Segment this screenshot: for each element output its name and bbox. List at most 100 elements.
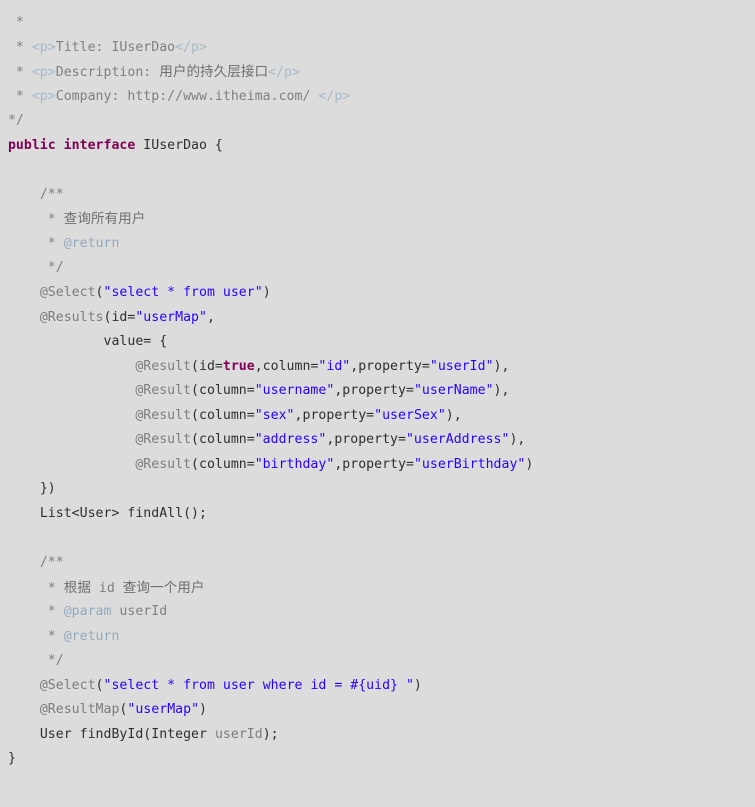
code-line[interactable]: } — [0, 747, 755, 772]
code-token: * — [39, 580, 64, 596]
code-token: 查询所有用户 — [63, 211, 146, 228]
code-token: true — [222, 358, 255, 374]
code-line[interactable]: @Select("select * from user where id = #… — [0, 674, 755, 699]
code-token: Description: — [55, 65, 160, 81]
code-line[interactable]: User findById(Integer userId); — [0, 723, 755, 748]
code-token: @Result — [135, 358, 192, 374]
code-token: ), — [509, 432, 526, 448]
code-token: ), — [493, 383, 510, 399]
code-token: (column= — [191, 456, 255, 472]
code-line[interactable]: /** — [0, 183, 755, 208]
code-token: ), — [493, 358, 510, 374]
code-token: "select * from user" — [103, 285, 263, 301]
code-token: ( — [95, 285, 104, 301]
code-token: @Result — [135, 407, 192, 423]
code-line[interactable]: */ — [0, 109, 755, 134]
code-lines-container: * * <p>Title: IUserDao</p> * <p>Descript… — [0, 11, 755, 772]
code-token: * — [39, 628, 64, 644]
code-token: List<User> findAll(); — [39, 505, 207, 521]
code-token: ) — [199, 702, 207, 718]
code-token: @Select — [39, 677, 96, 693]
code-token: }) — [39, 481, 56, 497]
code-token: @return — [63, 628, 120, 644]
code-line[interactable]: @Select("select * from user") — [0, 281, 755, 306]
code-token: (column= — [191, 432, 255, 448]
code-token: ,property= — [350, 358, 430, 374]
code-token: public interface — [7, 137, 136, 153]
code-token: (id= — [191, 358, 223, 374]
code-line[interactable]: List<User> findAll(); — [0, 502, 755, 527]
code-line[interactable] — [0, 526, 755, 551]
code-line[interactable]: * <p>Description: 用户的持久层接口</p> — [0, 60, 755, 85]
code-line[interactable]: * <p>Title: IUserDao</p> — [0, 36, 755, 61]
code-line[interactable]: @Results(id="userMap", — [0, 306, 755, 331]
code-line[interactable]: /** — [0, 551, 755, 576]
code-token: "userMap" — [127, 702, 200, 718]
code-line[interactable]: */ — [0, 256, 755, 281]
code-line[interactable]: * @param userId — [0, 600, 755, 625]
code-token: "userId" — [429, 358, 494, 374]
code-token: ) — [262, 285, 271, 301]
code-line[interactable]: * @return — [0, 232, 755, 257]
code-token: ); — [262, 726, 279, 742]
code-token: IUserDao { — [135, 137, 223, 153]
code-line[interactable]: * <p>Company: http://www.itheima.com/ </… — [0, 85, 755, 110]
code-token: @ResultMap — [39, 702, 120, 718]
code-token: @Results — [39, 309, 104, 325]
code-token: * — [15, 39, 32, 55]
code-token: "userBirthday" — [413, 456, 526, 472]
code-line[interactable]: @Result(column="sex",property="userSex")… — [0, 404, 755, 429]
code-token: value= { — [103, 334, 168, 350]
code-line[interactable]: * 查询所有用户 — [0, 207, 755, 232]
code-line[interactable]: public interface IUserDao { — [0, 134, 755, 159]
code-token: } — [7, 751, 16, 767]
code-token: ,property= — [334, 383, 414, 399]
code-line[interactable]: }) — [0, 477, 755, 502]
code-line[interactable]: * @return — [0, 625, 755, 650]
code-token: "select * from user where id = #{uid} " — [103, 677, 414, 693]
code-token: ,property= — [334, 456, 414, 472]
code-line[interactable]: @Result(column="address",property="userA… — [0, 428, 755, 453]
code-line[interactable]: * — [0, 11, 755, 36]
code-token: * — [15, 65, 32, 81]
code-token: 查询一个用户 — [122, 579, 205, 596]
code-token: </p> — [318, 88, 351, 104]
code-token: ,property= — [294, 407, 375, 423]
code-token: "username" — [254, 383, 335, 399]
code-token: @return — [63, 235, 120, 251]
code-token: id — [90, 580, 123, 596]
code-line[interactable]: value= { — [0, 330, 755, 355]
code-token: "userMap" — [135, 309, 207, 325]
code-token: ( — [95, 677, 104, 693]
code-editor[interactable]: * * <p>Title: IUserDao</p> * <p>Descript… — [0, 0, 755, 807]
code-line[interactable]: * 根据 id 查询一个用户 — [0, 576, 755, 601]
code-token: userId — [214, 726, 263, 742]
code-token: @param — [63, 604, 112, 620]
code-line[interactable]: */ — [0, 649, 755, 674]
code-token: /** — [39, 186, 64, 202]
code-line[interactable]: @Result(id=true,column="id",property="us… — [0, 355, 755, 380]
code-line[interactable]: @Result(column="birthday",property="user… — [0, 453, 755, 478]
code-token: ) — [525, 456, 534, 472]
code-line[interactable] — [0, 158, 755, 183]
code-line[interactable]: @ResultMap("userMap") — [0, 698, 755, 723]
code-token: Company: http://www.itheima.com/ — [55, 88, 319, 104]
code-token: ) — [413, 677, 422, 693]
code-token: <p> — [31, 39, 56, 55]
code-token: (id= — [103, 309, 136, 325]
code-line[interactable]: @Result(column="username",property="user… — [0, 379, 755, 404]
